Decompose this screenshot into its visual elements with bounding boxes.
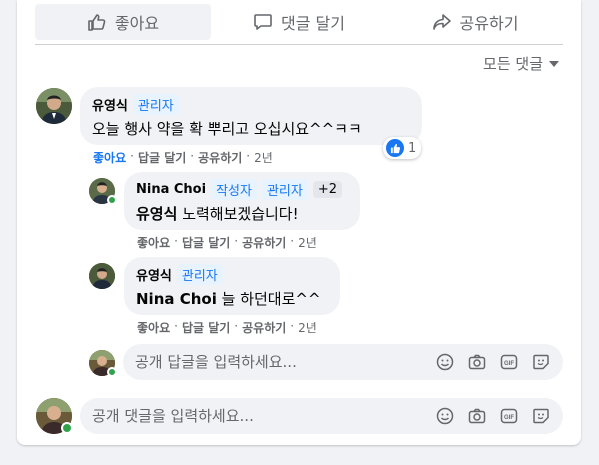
reply-like-link[interactable]: 좋아요 [137,319,170,336]
admin-badge: 관리자 [261,179,308,200]
camera-icon[interactable] [467,406,487,426]
comment-reply-link[interactable]: 답글 달기 [138,149,186,166]
admin-badge: 관리자 [176,264,223,285]
reply-timestamp[interactable]: 2년 [298,234,317,251]
reply-author[interactable]: Nina Choi [136,182,206,197]
comment-sort-dropdown[interactable]: 모든 댓글 [483,53,559,74]
reply-meta: 좋아요 · 답글 달기 · 공유하기 · 2년 [137,234,317,251]
comment-input-box: GIF [80,398,563,434]
person-photo-icon [36,88,72,124]
reaction-count: 1 [408,140,417,156]
emoji-icon[interactable] [435,406,455,426]
thumbs-up-icon [88,14,106,31]
reply-reply-link[interactable]: 답글 달기 [182,319,230,336]
comment-timestamp[interactable]: 2년 [254,149,273,166]
reply-meta: 좋아요 · 답글 달기 · 공유하기 · 2년 [137,319,317,336]
reply-timestamp[interactable]: 2년 [298,319,317,336]
mention-link[interactable]: Nina Choi [136,290,217,308]
comment-text: 오늘 행사 약을 확 뿌리고 오십시요^^ㅋㅋ [92,120,362,138]
comment-input[interactable] [92,407,435,425]
reply-share-link[interactable]: 공유하기 [242,234,286,251]
comment-button[interactable]: 댓글 달기 [211,4,387,40]
share-button-label: 공유하기 [459,14,519,33]
svg-text:GIF: GIF [504,415,514,421]
reply-bubble: Nina Choi 작성자 관리자 +2 유영식 노력해보겠습니다! [124,172,360,230]
like-button[interactable]: 좋아요 [35,4,211,40]
mention-link[interactable]: 유영식 [136,205,177,223]
online-indicator [107,195,117,205]
comments-card: 좋아요 댓글 달기 공유하기 모든 댓글 유영식 관리자 오늘 행사 약을 확 … [17,0,581,445]
sort-label: 모든 댓글 [483,55,543,73]
caret-down-icon [549,60,559,67]
reply-share-link[interactable]: 공유하기 [242,319,286,336]
reply-input[interactable] [135,353,435,371]
reply-text: Nina Choi 늘 하던대로^^ [136,290,321,308]
person-photo-icon [89,263,115,289]
reply-bubble: 유영식 관리자 Nina Choi 늘 하던대로^^ [124,257,340,315]
comment-author[interactable]: 유영식 [92,95,128,114]
divider [35,44,563,45]
comment-meta: 좋아요 · 답글 달기 · 공유하기 · 2년 [93,149,273,166]
admin-badge: 관리자 [132,94,179,115]
reaction-summary[interactable]: 1 [383,137,422,159]
share-button[interactable]: 공유하기 [387,4,563,40]
more-badges[interactable]: +2 [312,181,343,198]
speech-bubble-icon [254,14,272,30]
gif-icon[interactable]: GIF [499,406,519,426]
comment-like-link[interactable]: 좋아요 [93,149,126,166]
avatar[interactable] [36,88,72,124]
emoji-icon[interactable] [435,352,455,372]
reply-like-link[interactable]: 좋아요 [137,234,170,251]
avatar[interactable] [89,263,115,289]
reply-text: 유영식 노력해보겠습니다! [136,205,299,223]
online-indicator [61,422,73,434]
comment-button-label: 댓글 달기 [281,14,345,33]
comment-share-link[interactable]: 공유하기 [198,149,242,166]
like-button-label: 좋아요 [114,14,160,33]
author-badge: 작성자 [211,179,257,200]
camera-icon[interactable] [467,352,487,372]
gif-icon[interactable]: GIF [499,352,519,372]
reply-author[interactable]: 유영식 [136,265,172,284]
like-reaction-icon [386,139,404,157]
svg-text:GIF: GIF [504,361,514,367]
reply-reply-link[interactable]: 답글 달기 [182,234,230,251]
sticker-icon[interactable] [531,352,551,372]
online-indicator [107,367,117,377]
reply-input-box: GIF [123,344,563,380]
comment-bubble: 유영식 관리자 오늘 행사 약을 확 뿌리고 오십시요^^ㅋㅋ [80,87,422,145]
share-arrow-icon [432,14,451,30]
sticker-icon[interactable] [531,406,551,426]
post-action-bar: 좋아요 댓글 달기 공유하기 [35,4,563,40]
